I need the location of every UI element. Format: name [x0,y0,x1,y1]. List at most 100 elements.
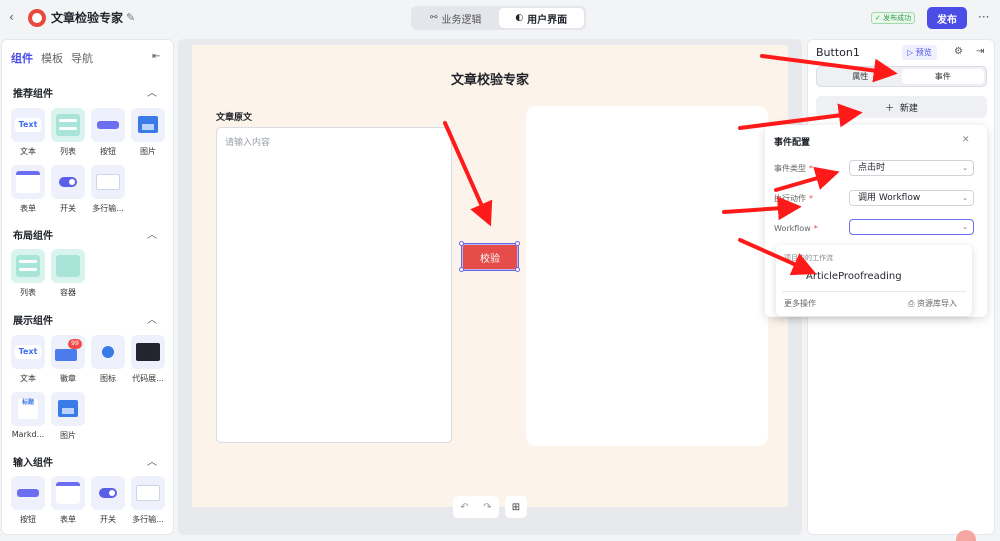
badge-count: 99 [68,339,82,349]
chevron-up-icon[interactable]: ︿ [147,311,157,326]
edit-icon[interactable]: ✎ [126,11,135,24]
tab-navigation[interactable]: 导航 [71,50,93,66]
component-label: 按钮 [20,515,36,524]
page-canvas[interactable]: 文章校验专家 文章原文 请输入内容 校验 [192,45,788,507]
workflow-option[interactable]: ArticleProofreading [806,271,902,282]
exit-panel-icon[interactable]: ⇥ [976,46,984,57]
top-bar: ‹ 文章检验专家 ✎ ⚯ 业务逻辑 ◐ 用户界面 ✓ 发布成功 发布 ··· [0,0,1000,36]
publish-status-badge: ✓ 发布成功 [871,12,916,24]
mode-switch: ⚯ 业务逻辑 ◐ 用户界面 [411,6,586,30]
component-icon[interactable]: 图标 [89,335,127,384]
source-label[interactable]: 文章原文 [216,110,252,123]
publish-status-text: 发布成功 [883,14,912,22]
placeholder-text: 请输入内容 [225,138,271,148]
component-button[interactable]: 按钮 [9,476,47,525]
component-textarea[interactable]: 多行输... [129,476,167,525]
source-text-input[interactable]: 请输入内容 [216,127,452,443]
undo-icon[interactable]: ↶ [460,502,468,513]
chevron-up-icon[interactable]: ︿ [147,226,157,241]
component-image[interactable]: 图片 [129,108,167,157]
collapse-panel-icon[interactable]: ⇤ [152,51,160,62]
resize-handle[interactable] [459,267,464,272]
textarea-component-icon [131,476,165,510]
close-icon[interactable]: ✕ [962,135,970,145]
text-glyph: Text [15,345,41,359]
chevron-up-icon[interactable]: ︿ [147,453,157,468]
component-image[interactable]: 图片 [49,392,87,441]
page-title[interactable]: 文章校验专家 [192,69,788,88]
publish-button[interactable]: 发布 [927,7,967,29]
component-label: 按钮 [100,147,116,156]
action-select[interactable]: 调用 Workflow ⌄ [849,190,974,206]
component-code[interactable]: 代码展... [129,335,167,384]
preview-button[interactable]: ▷ 预览 [902,45,937,60]
new-event-button[interactable]: ＋ 新建 [816,96,987,118]
more-icon[interactable]: ··· [978,10,989,24]
tab-properties[interactable]: 属性 [819,69,902,84]
section-title-display: 展示组件 [13,316,53,327]
tab-business-logic[interactable]: ⚯ 业务逻辑 [413,8,499,28]
component-label: 文本 [20,147,36,156]
back-arrow-icon[interactable]: ‹ [9,10,21,24]
component-badge[interactable]: 99 徽章 [49,335,87,384]
gear-icon[interactable]: ⚙ [954,46,963,57]
workflow-select[interactable]: ⌄ [849,219,974,235]
app-logo [28,9,46,27]
component-label: 容器 [60,288,76,297]
component-container[interactable]: 容器 [49,249,87,298]
component-button[interactable]: 按钮 [89,108,127,157]
component-form[interactable]: 表单 [49,476,87,525]
component-label: 多行输... [92,204,124,213]
workflow-label: Workflow * [774,224,818,233]
component-form[interactable]: 表单 [9,165,47,214]
more-actions-link[interactable]: 更多操作 [784,298,816,309]
list-component-icon [51,108,85,142]
palette-icon: ◐ [515,13,524,23]
event-type-label: 事件类型 * [774,164,813,173]
workflow-icon: ⚯ [429,13,438,23]
resize-handle[interactable] [459,241,464,246]
badge-component-icon: 99 [51,335,85,369]
image-component-icon [131,108,165,142]
import-from-library-link[interactable]: ⎙ 资源库导入 [908,298,957,309]
component-markdown[interactable]: 标题 Markd... [9,392,47,439]
component-text[interactable]: Text 文本 [9,108,47,157]
tab-components[interactable]: 组件 [11,50,33,66]
chevron-down-icon: ⌄ [962,164,968,172]
component-label: 多行输... [132,515,164,524]
component-panel: 组件 模板 导航 ⇤ 推荐组件 ︿ Text 文本 列表 按钮 图片 表单 开关… [1,39,174,535]
component-panel-tabs: 组件 模板 导航 [11,50,93,66]
app-title: 文章检验专家 [51,11,124,25]
check-button[interactable]: 校验 [461,243,519,271]
tab-user-interface[interactable]: ◐ 用户界面 [498,8,584,28]
chevron-up-icon[interactable]: ︿ [147,84,157,99]
chevron-down-icon: ⌄ [962,194,968,202]
list-component-icon [11,249,45,283]
event-type-select[interactable]: 点击时 ⌄ [849,160,974,176]
button-component-icon [91,108,125,142]
action-label: 执行动作 * [774,194,813,203]
label-text: 执行动作 [774,194,806,203]
import-label: 资源库导入 [916,299,957,308]
preview-label: 预览 [915,48,932,57]
component-list[interactable]: 列表 [49,108,87,157]
component-label: 表单 [60,515,76,524]
component-list[interactable]: 列表 [9,249,47,298]
component-text[interactable]: Text 文本 [9,335,47,384]
component-textarea[interactable]: 多行输... [89,165,127,214]
component-switch[interactable]: 开关 [49,165,87,214]
result-container[interactable] [526,106,768,446]
component-label: 徽章 [60,374,76,383]
resize-handle[interactable] [515,241,520,246]
redo-icon[interactable]: ↷ [483,502,491,513]
tab-events[interactable]: 事件 [901,69,984,84]
text-glyph: Text [15,118,41,132]
container-component-icon [51,249,85,283]
resize-handle[interactable] [515,267,520,272]
chevron-down-icon: ⌄ [962,223,968,231]
component-switch[interactable]: 开关 [89,476,127,525]
tab-templates[interactable]: 模板 [41,50,63,66]
add-page-icon[interactable]: ⊞ [505,496,527,518]
section-title-input: 输入组件 [13,458,53,469]
properties-tabs: 属性 事件 [816,66,987,87]
